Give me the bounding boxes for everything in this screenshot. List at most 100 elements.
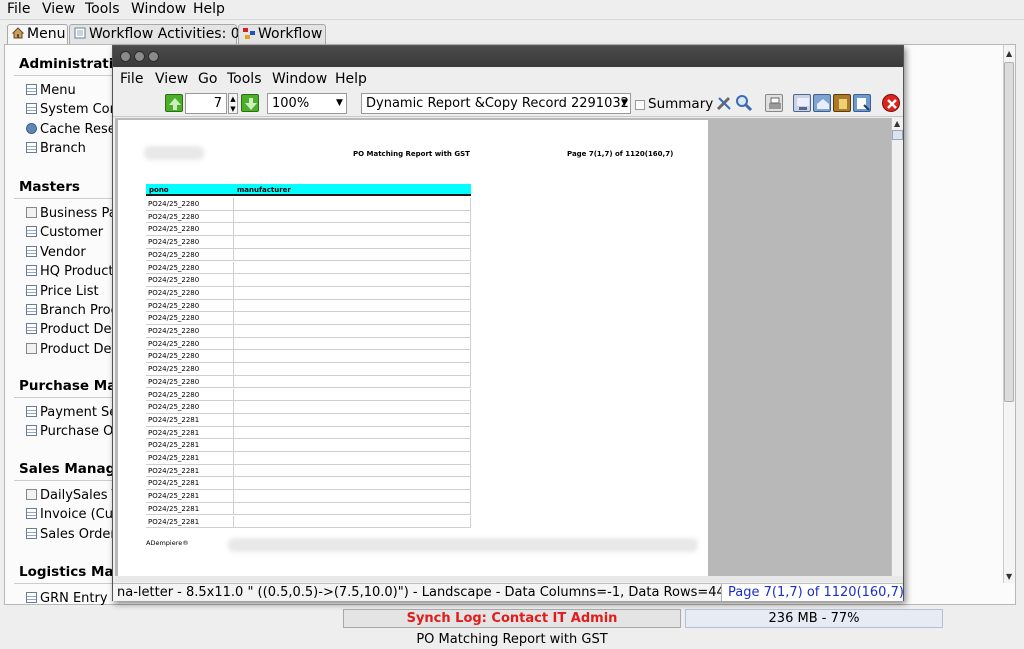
section-divider: [14, 397, 124, 398]
table-row: PO24/25_2281: [146, 464, 471, 478]
report-horizontal-scrollbar[interactable]: [115, 576, 903, 582]
close-window-button[interactable]: [120, 51, 131, 62]
table-row: PO24/25_2281: [146, 502, 471, 516]
menu-file[interactable]: File: [7, 1, 30, 17]
report-menu-view[interactable]: View: [155, 71, 188, 87]
sync-log-button[interactable]: Synch Log: Contact IT Admin: [343, 609, 681, 628]
report-menu-tools[interactable]: Tools: [227, 71, 262, 87]
menu-tools[interactable]: Tools: [85, 1, 120, 17]
menu-item[interactable]: DailySales T: [26, 488, 120, 503]
menu-item[interactable]: System Cor: [26, 102, 115, 117]
tab-workflow-activities[interactable]: Workflow Activities: 0: [69, 24, 240, 44]
memory-usage-bar[interactable]: 236 MB - 77%: [685, 609, 943, 628]
table-row: PO24/25_2280: [146, 210, 471, 224]
cell-manufacturer: [234, 274, 471, 286]
cell-manufacturer: [234, 426, 471, 439]
menu-item[interactable]: HQ Product: [26, 264, 114, 279]
cell-pono: PO24/25_2281: [146, 490, 234, 502]
window-icon: [26, 245, 37, 257]
page-format-status: na-letter - 8.5x11.0 " ((0.5,0.5)->(7.5,…: [117, 585, 742, 600]
cell-pono: PO24/25_2280: [146, 198, 234, 210]
section-heading[interactable]: Masters: [19, 179, 80, 195]
section-heading[interactable]: Sales Manage: [19, 461, 124, 477]
search-icon[interactable]: [735, 94, 753, 112]
cell-manufacturer: [234, 452, 471, 464]
close-report-icon[interactable]: [882, 94, 900, 112]
cell-pono: PO24/25_2281: [146, 452, 234, 464]
menu-item-label: Payment Se: [40, 405, 118, 420]
menu-item[interactable]: Branch: [26, 141, 86, 156]
tab-menu[interactable]: Menu: [7, 24, 68, 44]
maximize-window-button[interactable]: [148, 51, 159, 62]
scroll-up-icon[interactable]: ▲: [894, 119, 900, 128]
page-number-field[interactable]: 7: [185, 93, 227, 114]
section-divider: [14, 480, 124, 481]
table-row: PO24/25_2280: [146, 388, 471, 402]
archive-icon[interactable]: [813, 94, 831, 112]
cell-pono: PO24/25_2281: [146, 464, 234, 477]
table-row: PO24/25_2280: [146, 299, 471, 313]
menu-item[interactable]: Menu: [26, 83, 76, 98]
cell-pono: PO24/25_2280: [146, 210, 234, 223]
menu-item[interactable]: Purchase Or: [26, 424, 119, 439]
menu-item[interactable]: Cache Rese: [26, 122, 116, 137]
menu-window[interactable]: Window: [131, 1, 186, 17]
menu-item[interactable]: Product Dep: [26, 322, 120, 337]
menu-help[interactable]: Help: [193, 1, 225, 17]
scroll-up-icon[interactable]: ▲: [1006, 49, 1012, 58]
zoom-select[interactable]: 100%: [267, 93, 347, 114]
tab-strip: Menu Workflow Activities: 0 Workflow: [0, 22, 1024, 44]
section-heading[interactable]: Purchase Ma: [19, 378, 116, 394]
report-menu-file[interactable]: File: [120, 71, 143, 87]
report-menu-window[interactable]: Window: [272, 71, 327, 87]
menu-item[interactable]: Business Pa: [26, 206, 117, 221]
menu-view[interactable]: View: [42, 1, 75, 17]
print-icon[interactable]: [765, 94, 783, 112]
report-statusbar: na-letter - 8.5x11.0 " ((0.5,0.5)->(7.5,…: [113, 583, 904, 601]
cell-pono: PO24/25_2280: [146, 261, 234, 274]
menu-item[interactable]: Sales Order: [26, 527, 116, 542]
report-select[interactable]: Dynamic Report &Copy Record 2291032: [361, 93, 631, 114]
previous-page-icon[interactable]: [165, 94, 183, 112]
memory-usage-label: 236 MB - 77%: [768, 611, 860, 626]
cell-pono: PO24/25_2280: [146, 337, 234, 350]
report-vertical-scrollbar[interactable]: ▲: [891, 118, 903, 582]
list-icon: [74, 27, 86, 39]
menu-item[interactable]: Product Det: [26, 342, 117, 357]
footer-info-placeholder: [228, 538, 698, 552]
menu-item[interactable]: Invoice (Cus: [26, 507, 120, 522]
report-scrollbar-thumb[interactable]: [892, 130, 903, 140]
menu-scrollbar-thumb[interactable]: [1004, 62, 1014, 402]
menu-item-label: Branch: [40, 141, 86, 157]
scroll-down-icon[interactable]: ▼: [1006, 572, 1012, 581]
menu-item[interactable]: Price List: [26, 284, 99, 299]
table-row: PO24/25_2281: [146, 490, 471, 503]
tools-icon[interactable]: [715, 94, 733, 112]
menu-item[interactable]: Customer: [26, 225, 103, 240]
summary-checkbox[interactable]: [635, 100, 645, 110]
page-status: Page 7(1,7) of 1120(160,7): [721, 584, 904, 601]
menu-item[interactable]: GRN Entry: [26, 591, 108, 606]
section-heading[interactable]: Logistics Ma: [19, 564, 114, 580]
cell-pono: PO24/25_2280: [146, 286, 234, 299]
menu-item[interactable]: Branch Proc: [26, 303, 118, 318]
table-row: PO24/25_2280: [146, 223, 471, 237]
document-icon: [26, 207, 37, 218]
minimize-window-button[interactable]: [134, 51, 145, 62]
menu-item-label: Purchase Or: [40, 424, 119, 440]
report-menu-go[interactable]: Go: [198, 71, 217, 87]
menu-item[interactable]: Payment Se: [26, 405, 117, 420]
menu-item[interactable]: Vendor: [26, 245, 86, 260]
table-row: PO24/25_2281: [146, 477, 471, 491]
menu-item-label: Business Pa: [40, 206, 117, 221]
table-row: PO24/25_2281: [146, 413, 471, 427]
customize-icon[interactable]: [833, 94, 851, 112]
page-spinner[interactable]: ▲ ▼: [228, 93, 238, 114]
tab-workflow[interactable]: Workflow: [238, 24, 326, 44]
cell-manufacturer: [234, 413, 471, 426]
zoom-across-icon[interactable]: [853, 94, 871, 112]
next-page-icon[interactable]: [241, 94, 259, 112]
report-menu-help[interactable]: Help: [335, 71, 367, 87]
export-icon[interactable]: [793, 94, 811, 112]
table-row: PO24/25_2281: [146, 452, 471, 465]
